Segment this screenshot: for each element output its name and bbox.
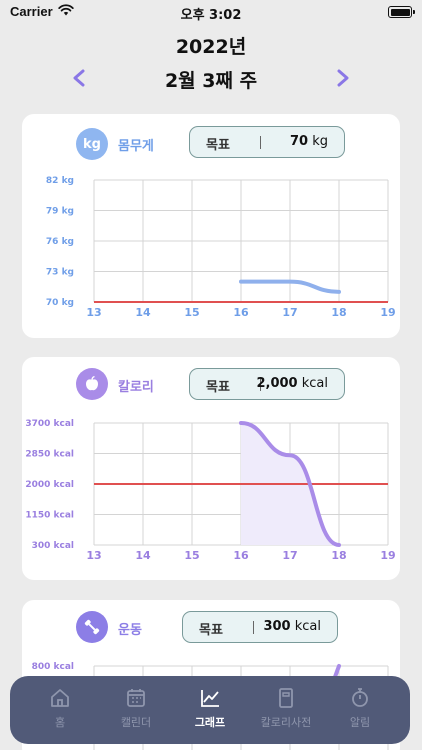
tab-bar: 홈 캘린더 그래프 칼로리사전 알림	[10, 676, 410, 744]
week-label: 2월 3째 주	[164, 70, 258, 92]
x-tick-label: 17	[282, 549, 297, 562]
y-tick-label: 3700 kcal	[25, 419, 74, 429]
home-icon	[51, 689, 69, 707]
tab-calorie-dictionary[interactable]: 칼로리사전	[246, 676, 326, 744]
status-time: 오후 3:02	[180, 8, 242, 23]
x-tick-label: 14	[135, 549, 151, 562]
book-icon	[279, 688, 293, 708]
tab-graph-label: 그래프	[194, 716, 226, 729]
tab-calorie-dictionary-label: 칼로리사전	[260, 716, 312, 729]
x-tick-label: 14	[135, 306, 151, 319]
y-tick-label: 2000 kcal	[25, 480, 74, 490]
tab-home-label: 홈	[54, 716, 66, 729]
battery-icon	[388, 6, 415, 18]
y-tick-label: 76 kg	[46, 237, 74, 247]
calorie-card: 칼로리 목표 2,000 kcal 3700 kcal 2850 kcal 2000…	[22, 357, 400, 580]
timer-icon	[352, 688, 368, 707]
y-tick-label: 1150 kcal	[25, 511, 74, 521]
y-tick-label: 82 kg	[46, 176, 74, 186]
x-tick-label: 16	[233, 306, 249, 319]
y-tick-label: 2850 kcal	[25, 450, 74, 460]
tab-calendar[interactable]: 캘린더	[96, 676, 176, 744]
weight-card: kg 몸무게 목표 70 kg 82 kg 79 kg 76 kg 73 kg 70 k…	[22, 114, 400, 338]
x-tick-label: 19	[380, 306, 395, 319]
tab-calendar-label: 캘린더	[120, 716, 152, 729]
status-bar: Carrier 오후 3:02	[0, 0, 422, 26]
x-tick-label: 18	[331, 549, 346, 562]
chart-grid	[93, 179, 389, 303]
tab-home[interactable]: 홈	[20, 676, 100, 744]
tab-alarm-label: 알림	[349, 716, 371, 729]
tab-alarm[interactable]: 알림	[320, 676, 400, 744]
x-tick-label: 17	[282, 306, 297, 319]
x-tick-label: 15	[184, 306, 199, 319]
y-tick-label: 800 kcal	[32, 662, 74, 672]
y-tick-label: 300 kcal	[32, 541, 74, 551]
x-tick-label: 18	[331, 306, 346, 319]
graph-icon	[201, 690, 219, 707]
y-tick-label: 79 kg	[46, 207, 74, 217]
y-tick-label: 70 kg	[46, 298, 74, 308]
x-tick-label: 13	[86, 549, 101, 562]
x-tick-label: 16	[233, 549, 249, 562]
tab-graph[interactable]: 그래프	[170, 676, 250, 744]
y-tick-label: 73 kg	[46, 268, 74, 278]
next-week-button[interactable]	[334, 68, 352, 88]
year-label: 2022년	[175, 36, 247, 58]
x-tick-label: 15	[184, 549, 199, 562]
x-tick-label: 19	[380, 549, 395, 562]
calorie-chart: 3700 kcal 2850 kcal 2000 kcal 1150 kcal 300 …	[25, 419, 395, 562]
previous-week-button[interactable]	[70, 68, 88, 88]
weight-chart: 82 kg 79 kg 76 kg 73 kg 70 kg 13 14 15 16 17 18 19	[46, 176, 396, 319]
x-tick-label: 13	[86, 306, 101, 319]
calendar-icon	[127, 689, 145, 707]
